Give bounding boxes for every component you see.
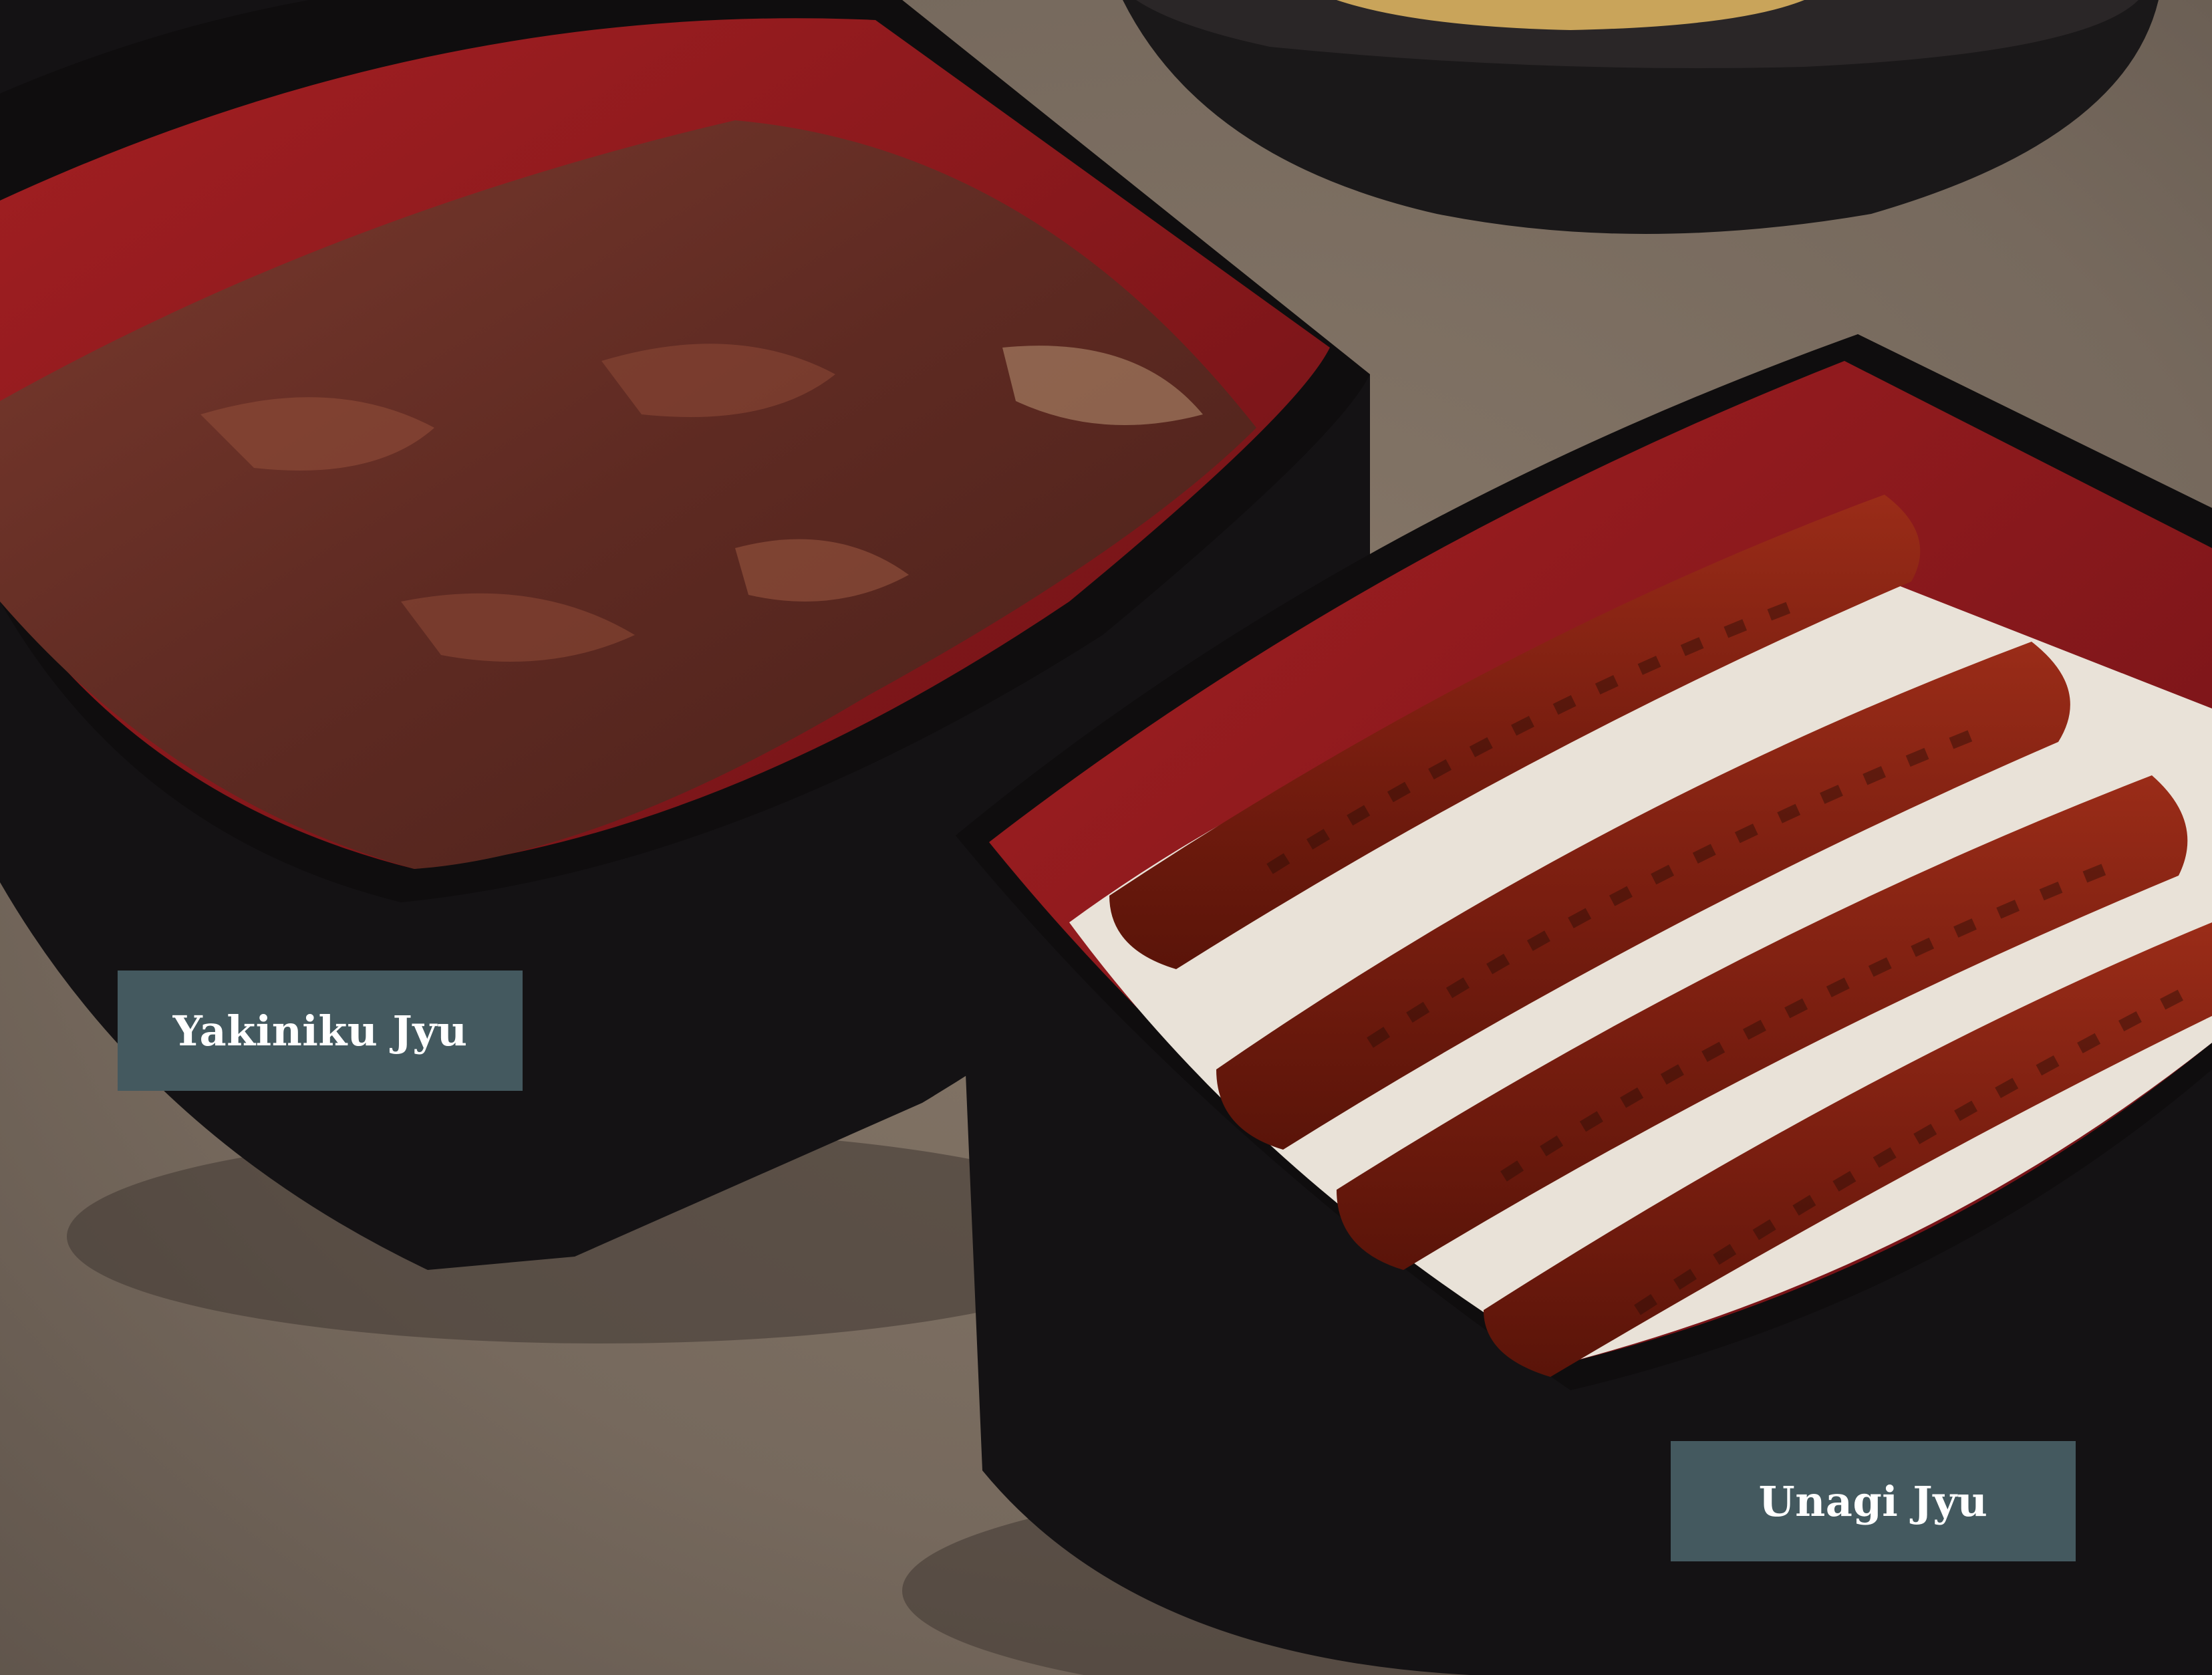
yakiniku-jyu-label-text: Yakiniku Jyu — [172, 1006, 468, 1055]
unagi-jyu-label-text: Unagi Jyu — [1758, 1476, 1988, 1526]
unagi-jyu-label: Unagi Jyu — [1671, 1441, 2076, 1561]
food-photo — [0, 0, 2212, 1675]
yakiniku-jyu-label: Yakiniku Jyu — [118, 971, 523, 1091]
